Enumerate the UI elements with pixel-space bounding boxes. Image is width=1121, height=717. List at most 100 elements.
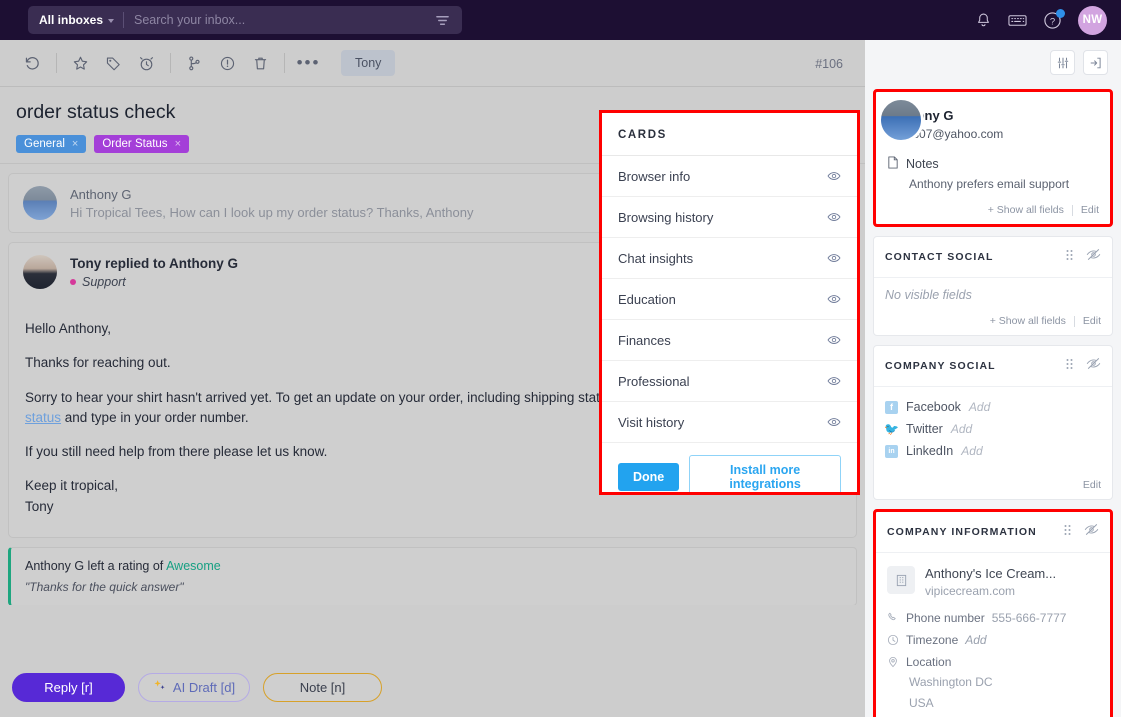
eye-icon[interactable] [827, 210, 841, 224]
ai-draft-button[interactable]: AI Draft [d] [138, 673, 250, 702]
field-phone-number: Phone number 555-666-7777 [887, 611, 1099, 625]
card-item-label: Visit history [618, 415, 684, 430]
eye-icon[interactable] [827, 169, 841, 183]
action-bar: Reply [r] AI Draft [d] Note [n] [0, 657, 865, 717]
inbox-selector-label: All inboxes [39, 13, 103, 27]
card-item-finances[interactable]: Finances [602, 320, 857, 361]
company-domain[interactable]: vipicecream.com [925, 584, 1056, 598]
linkedin-icon: in [885, 445, 898, 458]
card-item-label: Browser info [618, 169, 690, 184]
cards-panel-footer: Done Install more integrations [602, 443, 857, 492]
add-facebook-link[interactable]: Add [969, 400, 990, 414]
card-item-professional[interactable]: Professional [602, 361, 857, 402]
drag-handle-icon[interactable] [1065, 248, 1074, 266]
rating-line: Anthony G left a rating of Awesome [25, 559, 842, 573]
drag-handle-icon[interactable] [1065, 357, 1074, 375]
edit-link[interactable]: Edit [1081, 204, 1099, 216]
tag-icon[interactable] [97, 47, 130, 80]
message-author: Anthony G [70, 187, 473, 202]
eye-off-icon[interactable] [1086, 356, 1101, 376]
show-all-fields-link[interactable]: + Show all fields [990, 315, 1066, 327]
eye-icon[interactable] [827, 251, 841, 265]
more-icon[interactable]: ••• [292, 47, 325, 80]
reply-button[interactable]: Reply [r] [12, 673, 125, 702]
filter-icon[interactable] [435, 13, 462, 28]
chevron-down-icon [108, 19, 114, 23]
rating-card: Anthony G left a rating of Awesome "Than… [8, 547, 857, 605]
notes-text: Anthony prefers email support [909, 177, 1099, 191]
message-preview-text: Hi Tropical Tees, How can I look up my o… [70, 205, 473, 220]
pin-icon [887, 656, 899, 668]
facebook-glyph: f [890, 402, 893, 412]
remove-tag-icon[interactable]: × [72, 138, 78, 150]
drag-handle-icon[interactable] [1063, 523, 1072, 541]
help-icon[interactable]: ? [1043, 11, 1062, 30]
order-status-link[interactable]: status [25, 410, 61, 425]
card-item-visit-history[interactable]: Visit history [602, 402, 857, 443]
card-item-browser-info[interactable]: Browser info [602, 156, 857, 197]
contact-avatar[interactable] [878, 97, 924, 143]
help-notification-badge [1056, 9, 1065, 18]
install-more-integrations-button[interactable]: Install more integrations [689, 455, 841, 492]
eye-icon[interactable] [827, 374, 841, 388]
edit-link[interactable]: Edit [1083, 479, 1101, 491]
eye-icon[interactable] [827, 292, 841, 306]
panel-title: COMPANY INFORMATION [887, 526, 1037, 538]
company-social-panel: COMPANY SOCIAL f Facebook Add 🐦 Twitter … [873, 345, 1113, 500]
sidebar-tools [865, 40, 1121, 75]
cards-panel-title: CARDS [602, 113, 857, 156]
social-label: Twitter [906, 422, 943, 436]
top-navigation-bar: All inboxes ? NW [0, 0, 1121, 40]
note-button-label: Note [n] [300, 680, 346, 695]
rating-quote: "Thanks for the quick answer" [25, 580, 842, 594]
divider [170, 53, 171, 73]
eye-off-icon[interactable] [1086, 247, 1101, 267]
edit-link[interactable]: Edit [1083, 315, 1101, 327]
remove-tag-icon[interactable]: × [175, 138, 181, 150]
add-twitter-link[interactable]: Add [951, 422, 972, 436]
card-item-browsing-history[interactable]: Browsing history [602, 197, 857, 238]
eye-icon[interactable] [827, 333, 841, 347]
mailbox-dot-icon [70, 279, 76, 285]
panel-title: CONTACT SOCIAL [885, 251, 994, 263]
show-all-fields-link[interactable]: + Show all fields [988, 204, 1064, 216]
tag-general[interactable]: General × [16, 135, 86, 153]
search-input[interactable] [124, 13, 435, 27]
reopen-icon[interactable] [16, 47, 49, 80]
reply-button-label: Reply [r] [44, 680, 92, 695]
bell-icon[interactable] [975, 12, 992, 29]
cards-panel: CARDS Browser info Browsing history Chat… [599, 110, 860, 495]
add-linkedin-link[interactable]: Add [961, 444, 982, 458]
snooze-icon[interactable] [130, 47, 163, 80]
merge-icon[interactable] [178, 47, 211, 80]
tag-order-status[interactable]: Order Status × [94, 135, 189, 153]
field-label: Timezone [906, 633, 958, 647]
keyboard-icon[interactable] [1008, 13, 1027, 28]
panel-footer: Edit [874, 473, 1112, 499]
social-row-facebook: f Facebook Add [885, 400, 1101, 414]
user-initials: NW [1083, 14, 1103, 26]
clock-icon [887, 634, 899, 646]
more-icon-glyph: ••• [297, 59, 321, 67]
sliders-icon[interactable] [1050, 50, 1075, 75]
card-item-education[interactable]: Education [602, 279, 857, 320]
assignee-chip[interactable]: Tony [341, 50, 395, 76]
contact-social-panel: CONTACT SOCIAL No visible fields + Show … [873, 236, 1113, 336]
card-item-chat-insights[interactable]: Chat insights [602, 238, 857, 279]
tag-label: General [24, 138, 65, 150]
divider [1072, 205, 1073, 216]
card-item-label: Chat insights [618, 251, 693, 266]
eye-icon[interactable] [827, 415, 841, 429]
collapse-panel-icon[interactable] [1083, 50, 1108, 75]
company-name: Anthony's Ice Cream... [925, 566, 1056, 581]
eye-off-icon[interactable] [1084, 522, 1099, 542]
trash-icon[interactable] [244, 47, 277, 80]
alert-icon[interactable] [211, 47, 244, 80]
star-icon[interactable] [64, 47, 97, 80]
note-button[interactable]: Note [n] [263, 673, 382, 702]
done-button[interactable]: Done [618, 463, 679, 491]
inbox-selector[interactable]: All inboxes [28, 6, 123, 34]
field-location: Location [887, 655, 1099, 669]
add-timezone-link[interactable]: Add [965, 633, 986, 647]
user-avatar[interactable]: NW [1078, 6, 1107, 35]
